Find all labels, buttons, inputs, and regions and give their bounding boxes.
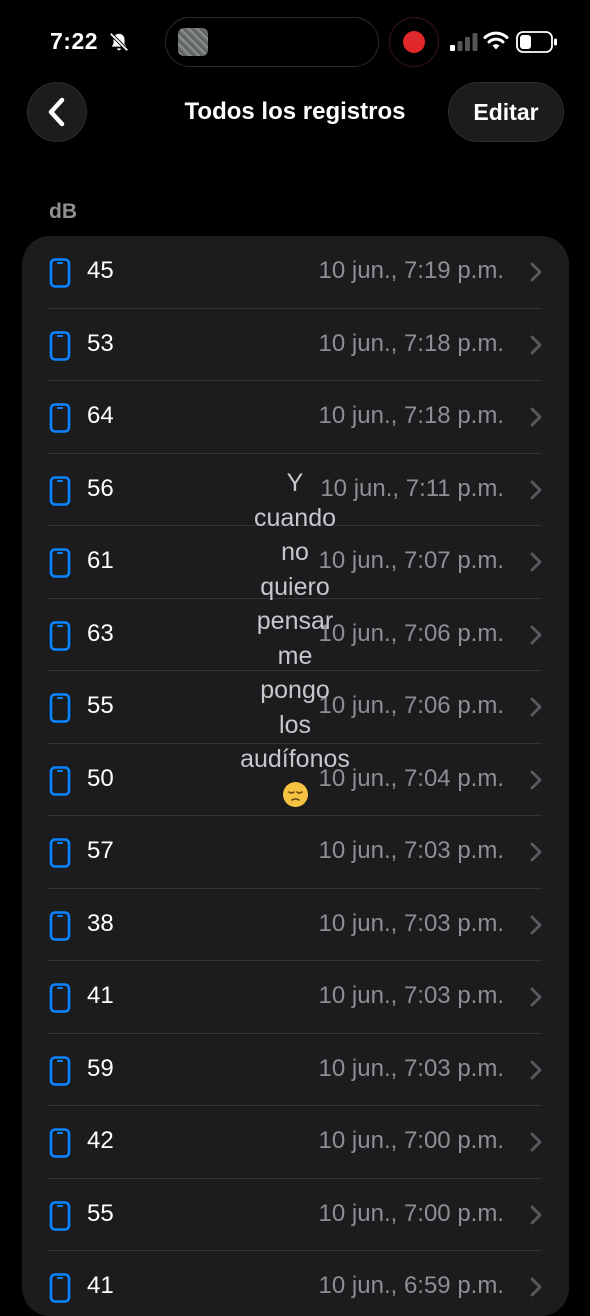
record-row[interactable]: 55 10 jun., 7:00 p.m.: [22, 1179, 569, 1251]
screen-recording-indicator[interactable]: [389, 17, 439, 67]
status-bar: 7:22: [0, 0, 590, 88]
status-time: 7:22: [50, 28, 99, 54]
overlay-caption: Y cuando no quiero pensar me pongo los a…: [240, 469, 350, 773]
record-timestamp: 10 jun., 7:03 p.m.: [318, 982, 504, 1009]
iphone-icon: [49, 330, 71, 361]
chevron-right-icon: [530, 1277, 542, 1297]
chevron-right-icon: [530, 1205, 542, 1224]
iphone-icon: [49, 910, 71, 941]
iphone-icon: [49, 403, 71, 433]
battery-icon: [516, 31, 557, 53]
chevron-right-icon: [530, 335, 542, 354]
iphone-icon: [49, 1273, 71, 1303]
chevron-right-icon: [530, 842, 542, 862]
iphone-icon: [49, 1055, 71, 1086]
record-row[interactable]: 45 10 jun., 7:19 p.m.: [22, 236, 569, 309]
record-row[interactable]: 57 10 jun., 7:03 p.m.: [22, 816, 569, 889]
chevron-right-icon: [530, 987, 542, 1007]
iphone-icon: [49, 838, 71, 868]
record-timestamp: 10 jun., 7:18 p.m.: [318, 402, 504, 429]
record-timestamp: 10 jun., 7:19 p.m.: [318, 257, 504, 284]
chevron-right-icon: [530, 552, 542, 572]
chevron-right-icon: [530, 770, 542, 789]
record-db-value: 55: [87, 692, 114, 719]
record-db-value: 57: [87, 837, 114, 864]
record-db-value: 41: [87, 1272, 114, 1299]
record-db-value: 41: [87, 982, 114, 1009]
record-db-value: 38: [87, 909, 114, 937]
pensive-face-icon: [283, 782, 308, 807]
wifi-icon: [483, 31, 509, 50]
chevron-right-icon: [530, 915, 542, 934]
chevron-right-icon: [530, 1132, 542, 1152]
iphone-icon: [49, 983, 71, 1013]
edit-button[interactable]: Editar: [448, 82, 564, 142]
island-thumbnail: [178, 28, 208, 56]
record-dot-icon: [403, 31, 425, 53]
record-timestamp: 10 jun., 7:00 p.m.: [318, 1127, 504, 1154]
record-db-value: 55: [87, 1199, 114, 1227]
chevron-right-icon: [530, 480, 542, 499]
record-db-value: 50: [87, 764, 114, 792]
section-header-db: dB: [49, 200, 77, 223]
record-row[interactable]: 38 10 jun., 7:03 p.m.: [22, 889, 569, 961]
record-row[interactable]: 42 10 jun., 7:00 p.m.: [22, 1106, 569, 1179]
record-timestamp: 10 jun., 7:00 p.m.: [318, 1199, 504, 1227]
bell-slash-icon: [109, 32, 129, 52]
record-db-value: 61: [87, 547, 114, 574]
record-row[interactable]: 59 10 jun., 7:03 p.m.: [22, 1034, 569, 1106]
cellular-signal-icon: [450, 33, 478, 51]
record-db-value: 56: [87, 474, 114, 502]
iphone-icon: [49, 620, 71, 651]
iphone-icon: [49, 1200, 71, 1231]
chevron-right-icon: [530, 262, 542, 282]
iphone-icon: [49, 693, 71, 723]
record-timestamp: 10 jun., 7:03 p.m.: [318, 837, 504, 864]
chevron-right-icon: [530, 1060, 542, 1079]
iphone-icon: [49, 258, 71, 288]
record-db-value: 59: [87, 1054, 114, 1082]
iphone-icon: [49, 548, 71, 578]
record-db-value: 53: [87, 329, 114, 357]
record-row[interactable]: 41 10 jun., 7:03 p.m.: [22, 961, 569, 1034]
chevron-right-icon: [530, 697, 542, 717]
chevron-right-icon: [530, 407, 542, 427]
record-timestamp: 10 jun., 7:03 p.m.: [318, 1054, 504, 1082]
record-timestamp: 10 jun., 7:03 p.m.: [318, 909, 504, 937]
dynamic-island[interactable]: [165, 17, 379, 67]
iphone-icon: [49, 475, 71, 506]
record-db-value: 45: [87, 257, 114, 284]
iphone-icon: [49, 765, 71, 796]
record-row[interactable]: 64 10 jun., 7:18 p.m.: [22, 381, 569, 454]
record-row[interactable]: 53 10 jun., 7:18 p.m.: [22, 309, 569, 381]
chevron-right-icon: [530, 625, 542, 644]
record-db-value: 64: [87, 402, 114, 429]
record-timestamp: 10 jun., 7:18 p.m.: [318, 329, 504, 357]
record-row[interactable]: 41 10 jun., 6:59 p.m.: [22, 1251, 569, 1316]
record-timestamp: 10 jun., 6:59 p.m.: [318, 1272, 504, 1299]
record-db-value: 63: [87, 619, 114, 647]
iphone-icon: [49, 1128, 71, 1158]
record-db-value: 42: [87, 1127, 114, 1154]
